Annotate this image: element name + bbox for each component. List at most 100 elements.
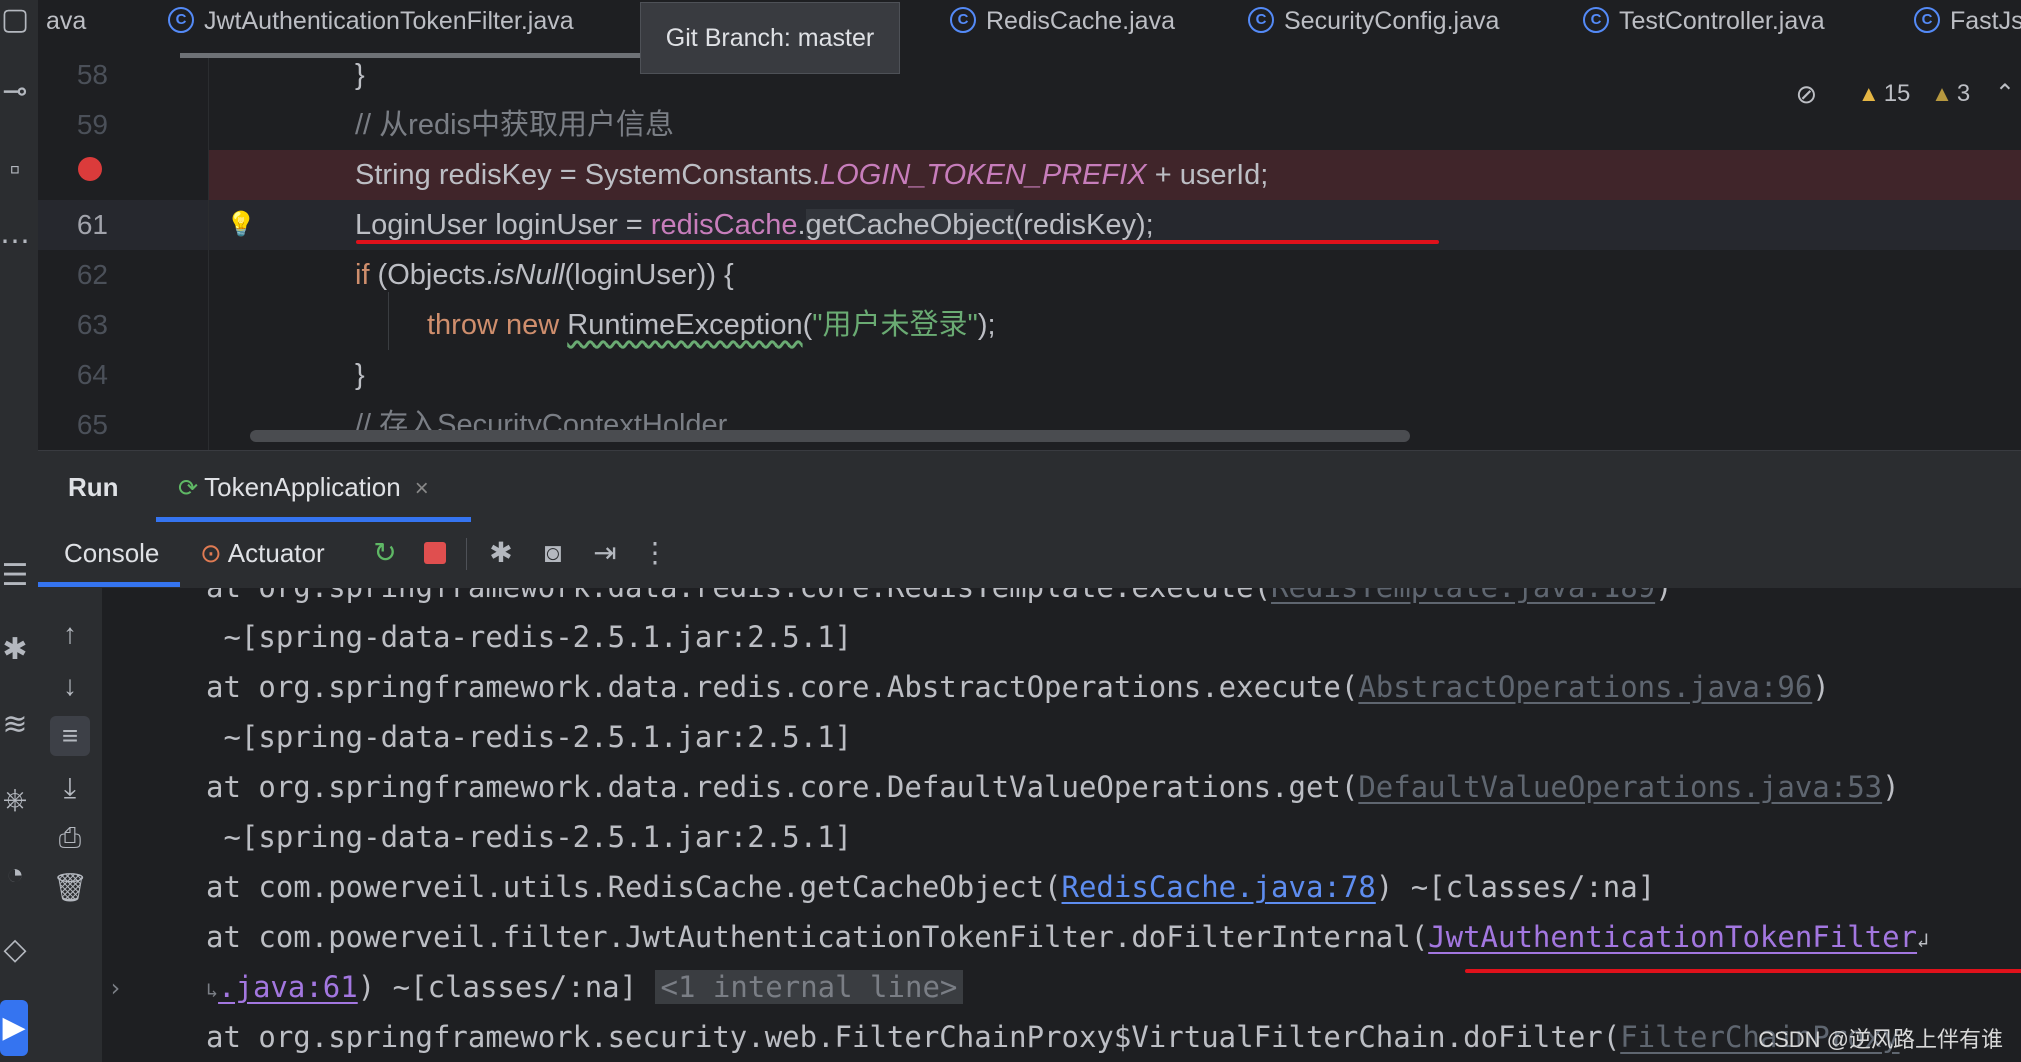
console-output[interactable]: at org.springframework.data.redis.core.R… — [102, 588, 2021, 1062]
console-line: ↳.java:61) ~[classes/:na] <1 internal li… — [206, 962, 964, 1015]
code-line-58: } — [355, 59, 365, 91]
code-line-59: // 从redis中获取用户信息 — [355, 109, 675, 141]
code-line-63: throw new RuntimeException("用户未登录"); — [427, 309, 996, 341]
class-icon: C — [1914, 7, 1940, 34]
code-line-60: String redisKey = SystemConstants.LOGIN_… — [355, 159, 1269, 191]
tab-fastjson[interactable]: C FastJs — [1914, 0, 2021, 58]
stack-link[interactable]: .java:61 — [218, 970, 358, 1004]
console-tab-indicator — [38, 582, 180, 587]
line-number: 65 — [76, 409, 108, 440]
class-icon: C — [950, 7, 976, 34]
warning-icon: ▲ — [1857, 80, 1880, 106]
run-config-label: TokenApplication — [204, 472, 401, 502]
stack-link[interactable]: AbstractOperations.java:96 — [1358, 670, 1812, 704]
stop-icon[interactable] — [424, 542, 446, 564]
line-number: 64 — [76, 359, 108, 390]
run-tab-close-icon[interactable]: × — [415, 475, 429, 502]
project-icon[interactable]: ▢ — [0, 0, 30, 40]
tab-jwt-filter[interactable]: C JwtAuthenticationTokenFilter.java — [168, 0, 574, 58]
left-tool-strip: ▢ ⊸ ▫ ⋯ ☰ ✱ ≋ ⎈ ◔ ◇ ▶ — [0, 0, 38, 1062]
console-line: ~[spring-data-redis-2.5.1.jar:2.5.1] — [206, 820, 853, 854]
scroll-to-end-icon[interactable]: ⤓ — [50, 768, 90, 808]
gutter-separator — [208, 58, 209, 450]
fold-chevron-icon[interactable]: › — [108, 974, 122, 1002]
tab-test-controller[interactable]: C TestController.java — [1583, 0, 1825, 58]
class-icon: C — [1583, 7, 1609, 34]
stack-link[interactable]: JwtAuthenticationTokenFilter — [1428, 920, 1917, 954]
console-line: at org.springframework.data.redis.core.R… — [206, 588, 1673, 612]
code-line-65: // 存入SecurityContextHolder — [355, 409, 728, 441]
weak-warning-icon: ▲ — [1931, 80, 1953, 106]
breakpoint-icon[interactable] — [78, 157, 102, 181]
toolbar-separator — [466, 538, 467, 570]
line-number: 58 — [76, 59, 108, 90]
camera-icon[interactable]: ◙ — [536, 536, 570, 570]
tab-console[interactable]: Console — [64, 522, 159, 584]
console-toolbar: Console ⊙ Actuator ↻ ✱ ◙ ⇥ ⋮ — [38, 522, 2021, 589]
rerun-icon[interactable]: ↻ — [368, 536, 402, 570]
console-line: at org.springframework.security.web.Filt… — [206, 1020, 1900, 1054]
arrow-up-icon[interactable]: ↑ — [50, 614, 90, 654]
inspection-status[interactable]: ⊘ ▲ 15 ▲ 3 ⌃ — [1795, 68, 2021, 118]
tab-label: FastJs — [1950, 7, 2021, 35]
console-line: at org.springframework.data.redis.core.D… — [206, 770, 1900, 804]
tab-label: TestController.java — [1619, 7, 1825, 35]
reader-mode-icon[interactable]: ⊘ — [1795, 69, 1817, 119]
tab-partial[interactable]: ava — [46, 0, 86, 58]
arrow-down-icon[interactable]: ↓ — [50, 666, 90, 706]
internal-lines-fold[interactable]: <1 internal line> — [654, 970, 964, 1004]
git-branch-tooltip: Git Branch: master — [640, 2, 900, 74]
tab-label: RedisCache.java — [986, 7, 1175, 35]
run-title: Run — [68, 472, 119, 502]
stack-link[interactable]: RedisTemplate.java:189 — [1271, 588, 1655, 604]
class-icon: C — [168, 7, 194, 34]
weak-warning-count: 3 — [1956, 79, 1971, 107]
intention-bulb-icon[interactable]: 💡 — [226, 200, 256, 250]
console-line: ~[spring-data-redis-2.5.1.jar:2.5.1] — [206, 720, 853, 754]
code-line-62: if (Objects.isNull(loginUser)) { — [355, 259, 734, 291]
chevron-up-icon[interactable]: ⌃ — [1995, 69, 2015, 119]
console-actions: ↑ ↓ ≡ ⤓ ⎙ 🗑 — [38, 588, 102, 1062]
console-line: at org.springframework.data.redis.core.A… — [206, 670, 1830, 704]
endpoints-icon[interactable]: ◇ — [0, 930, 30, 970]
spring-run-icon: ⟳ — [178, 475, 199, 502]
editor-gutter[interactable]: 58 59 61 62 63 64 65 — [38, 58, 208, 450]
print-icon[interactable]: ⎙ — [50, 818, 90, 858]
tab-redis-cache[interactable]: C RedisCache.java — [950, 0, 1175, 58]
line-number: 61 — [76, 209, 108, 240]
services-icon[interactable]: ⎈ — [0, 780, 30, 820]
csdn-watermark: CSDN @逆风路上伴有谁 — [1758, 1027, 2003, 1052]
more-options-icon[interactable]: ⋮ — [638, 536, 672, 570]
commit-icon[interactable]: ⊸ — [0, 72, 30, 112]
run-tool-icon[interactable]: ▶ — [0, 1000, 28, 1056]
annotation-red-underline — [356, 240, 1439, 244]
tab-label: SecurityConfig.java — [1284, 7, 1500, 35]
code-editor[interactable]: 58 59 61 62 63 64 65 💡 } // 从redis中获取用户信… — [38, 58, 2021, 450]
stack-link[interactable]: DefaultValueOperations.java:53 — [1358, 770, 1882, 804]
code-line-64: } — [355, 359, 365, 391]
console-line: ~[spring-data-redis-2.5.1.jar:2.5.1] — [206, 620, 853, 654]
editor-tab-bar: ava CJwtAuthenticationTokenFilter.java ×… — [38, 0, 2021, 59]
structure-icon[interactable]: ▫ — [0, 150, 30, 190]
more-icon[interactable]: ⋯ — [0, 222, 30, 262]
debug-icon[interactable]: ✱ — [484, 536, 518, 570]
tab-security-config[interactable]: C SecurityConfig.java — [1248, 0, 1499, 58]
actuator-icon: ⊙ — [200, 538, 222, 568]
horizontal-scrollbar[interactable] — [250, 430, 1410, 442]
profiler-icon[interactable]: ◔ — [0, 855, 30, 895]
trash-icon[interactable]: 🗑 — [50, 868, 90, 908]
class-icon: C — [1248, 7, 1274, 34]
tab-actuator[interactable]: ⊙ Actuator — [200, 522, 325, 584]
run-config-tab[interactable]: ⟳ TokenApplication × — [178, 451, 429, 525]
debug-icon[interactable]: ✱ — [0, 630, 30, 670]
exit-icon[interactable]: ⇥ — [588, 536, 622, 570]
console-line: at com.powerveil.utils.RedisCache.getCac… — [206, 870, 1656, 904]
line-number: 63 — [76, 309, 108, 340]
menu-icon[interactable]: ☰ — [0, 556, 30, 596]
tab-label: ava — [46, 7, 87, 35]
actuator-label: Actuator — [227, 538, 325, 568]
stack-link[interactable]: RedisCache.java:78 — [1062, 870, 1376, 904]
layers-icon[interactable]: ≋ — [0, 705, 30, 745]
soft-wrap-icon[interactable]: ≡ — [50, 716, 90, 756]
run-tool-window-header: Run ⟳ TokenApplication × — [38, 450, 2021, 523]
